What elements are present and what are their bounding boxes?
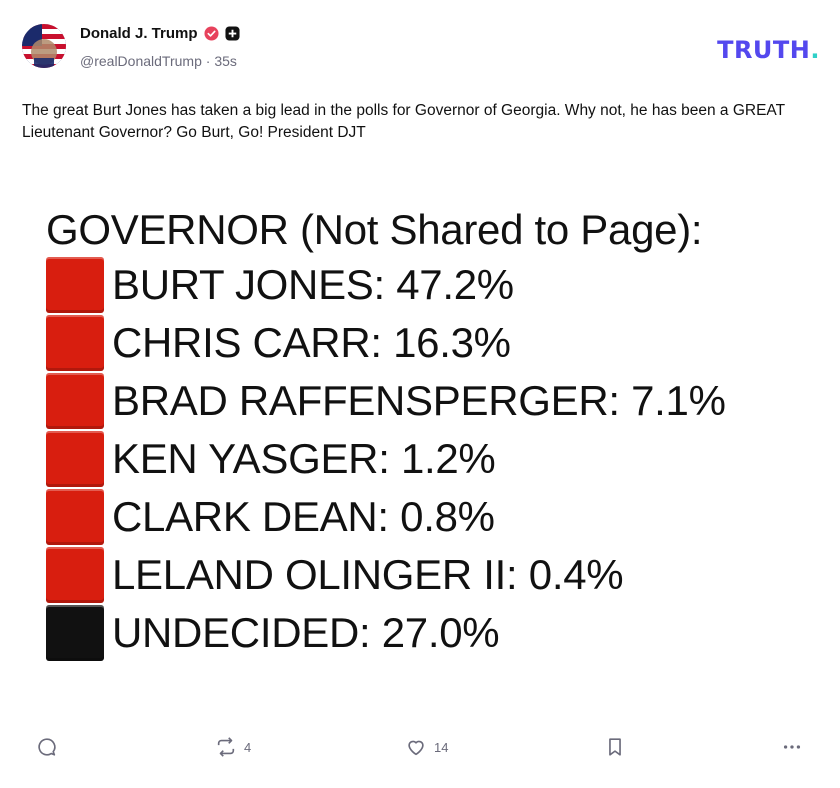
poll-row-label: CHRIS CARR: 16.3% [112, 319, 511, 366]
heart-icon [408, 740, 424, 756]
handle-row: @realDonaldTrump · 35s [80, 53, 237, 69]
poll-row-ken-yasger: KEN YASGER: 1.2% [46, 430, 496, 488]
poll-title: GOVERNOR (Not Shared to Page): [46, 206, 703, 253]
reply-button[interactable] [36, 736, 58, 758]
black-swatch [46, 605, 104, 661]
poll-row-label: CLARK DEAN: 0.8% [112, 493, 495, 540]
more-button[interactable] [780, 736, 804, 758]
retruth-icon [217, 737, 235, 757]
handle[interactable]: @realDonaldTrump [80, 53, 202, 69]
poll-row-leland-olinger: LELAND OLINGER II: 0.4% [46, 546, 624, 604]
poll-row-label: BURT JONES: 47.2% [112, 261, 514, 308]
red-swatch [46, 257, 104, 313]
retruth-count: 4 [244, 739, 252, 755]
poll-row-burt-jones: BURT JONES: 47.2% [46, 256, 514, 314]
post-header: Donald J. Trump @realDonaldTrump · 35s [22, 22, 822, 74]
avatar[interactable] [22, 24, 66, 68]
author-name[interactable]: Donald J. Trump [80, 25, 198, 42]
poll-row-undecided: UNDECIDED: 27.0% [46, 604, 500, 662]
red-swatch [46, 373, 104, 429]
like-button[interactable]: 14 [404, 736, 448, 758]
logo-dot: . [810, 36, 820, 64]
like-count: 14 [434, 739, 449, 755]
red-swatch [46, 547, 104, 603]
logo-main: TRUTH [717, 36, 811, 64]
red-swatch [46, 315, 104, 371]
red-swatch [46, 431, 104, 487]
reply-icon [38, 738, 56, 756]
action-bar: 4 14 [0, 732, 840, 768]
poll-row-chris-carr: CHRIS CARR: 16.3% [46, 314, 511, 372]
name-row: Donald J. Trump [80, 25, 240, 42]
poll-row-clark-dean: CLARK DEAN: 0.8% [46, 488, 495, 546]
more-icon [783, 745, 801, 749]
poll-row-label: LELAND OLINGER II: 0.4% [112, 551, 624, 598]
verified-badge-icon [203, 26, 219, 41]
flag-avatar-icon [22, 24, 66, 68]
poll-row-label: KEN YASGER: 1.2% [112, 435, 496, 482]
separator: · [205, 53, 211, 69]
bookmark-button[interactable] [604, 736, 626, 758]
red-swatch [46, 489, 104, 545]
bookmark-icon [609, 738, 621, 756]
poll-row-label: UNDECIDED: 27.0% [112, 609, 500, 656]
retruth-button[interactable]: 4 [214, 736, 251, 758]
poll-row-label: BRAD RAFFENSPERGER: 7.1% [112, 377, 726, 424]
poll-row-brad-raffensperger: BRAD RAFFENSPERGER: 7.1% [46, 372, 726, 430]
timestamp[interactable]: 35s [214, 53, 237, 69]
plus-badge-icon [224, 26, 240, 41]
poll-image[interactable]: GOVERNOR (Not Shared to Page): BURT JONE… [40, 198, 810, 676]
truth-logo[interactable]: TRUTH. [717, 36, 820, 64]
post-text: The great Burt Jones has taken a big lea… [22, 102, 785, 141]
